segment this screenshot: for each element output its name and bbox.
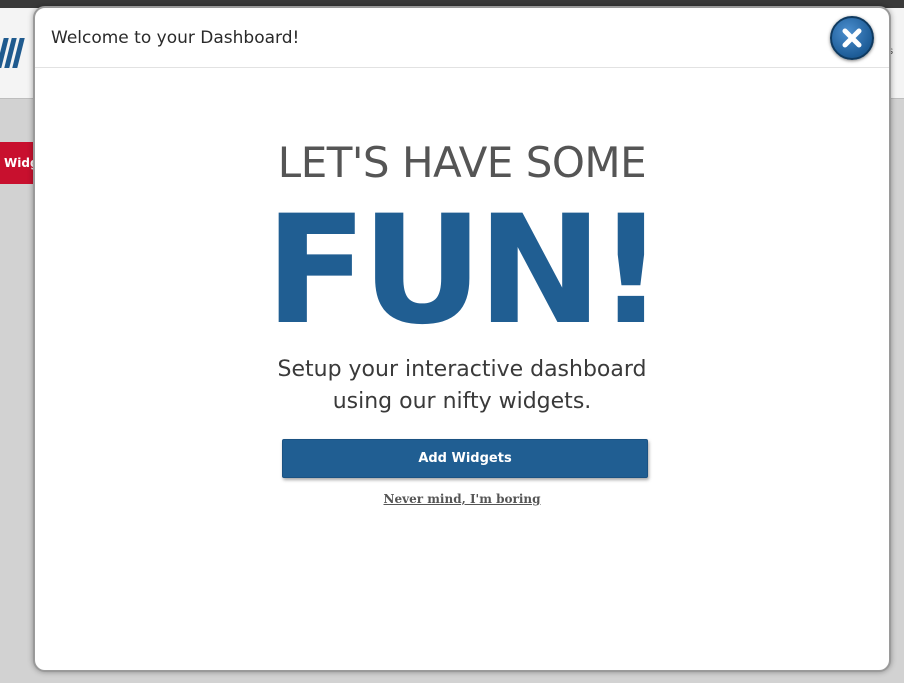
modal-header: Welcome to your Dashboard! <box>35 8 889 68</box>
modal-subtitle: Setup your interactive dashboard using o… <box>35 354 889 418</box>
subtitle-line-1: Setup your interactive dashboard <box>277 357 647 382</box>
add-widgets-button[interactable]: Add Widgets <box>282 439 648 478</box>
close-button[interactable] <box>830 16 874 60</box>
headline-fun: FUN! <box>264 184 665 358</box>
welcome-modal: Welcome to your Dashboard! LET'S HAVE SO… <box>33 6 891 672</box>
close-x-icon <box>842 28 862 48</box>
logo-fragment <box>0 38 34 74</box>
subtitle-line-2: using our nifty widgets. <box>332 389 592 414</box>
modal-title: Welcome to your Dashboard! <box>51 28 300 48</box>
dismiss-link[interactable]: Never mind, I'm boring <box>35 492 889 506</box>
widgets-tab[interactable]: Widg <box>0 142 36 184</box>
headline-top: LET'S HAVE SOME <box>277 138 647 187</box>
